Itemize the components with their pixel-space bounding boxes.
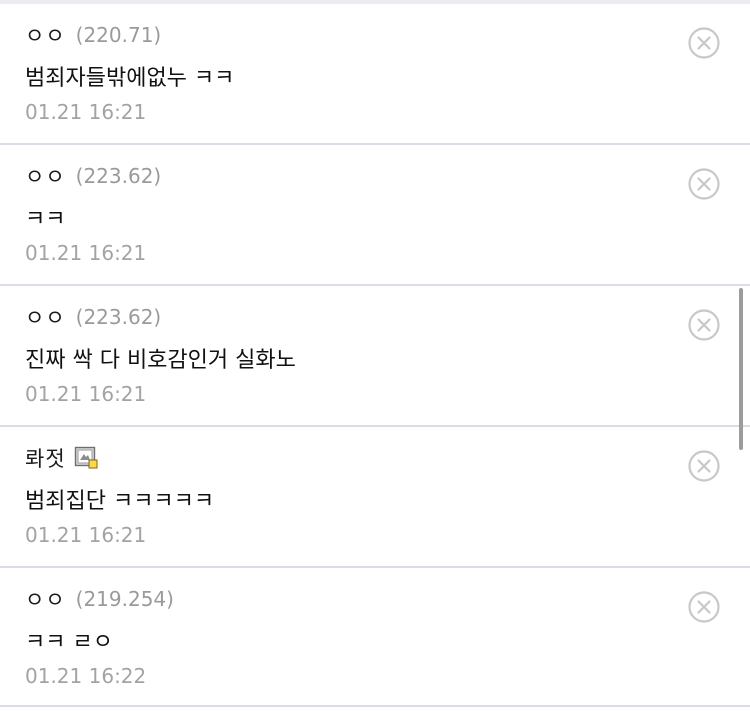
comment-item: ㅇㅇ (219.254) ㅋㅋ ㄹㅇ 01.21 16:22 xyxy=(0,568,750,707)
scrollbar-thumb[interactable] xyxy=(739,288,743,450)
close-circle-icon xyxy=(688,591,720,623)
comment-nickname[interactable]: ㅇㅇ xyxy=(25,584,66,614)
comment-ip: (223.62) xyxy=(75,164,162,188)
close-circle-icon xyxy=(688,450,720,482)
comment-date: 01.21 16:21 xyxy=(25,100,147,124)
comment-item: ㅇㅇ (223.62) 진짜 싹 다 비호감인거 실화노 01.21 16:21 xyxy=(0,286,750,427)
comment-author: ㅇㅇ (223.62) xyxy=(25,161,161,191)
comment-date: 01.21 16:21 xyxy=(25,241,147,265)
comment-text: ㅋㅋ xyxy=(25,207,66,232)
comment-list: ㅇㅇ (220.71) 범죄자들밖에없누 ㅋㅋ 01.21 16:21 ㅇㅇ (… xyxy=(0,4,750,707)
comment-author: ㅇㅇ (223.62) xyxy=(25,302,161,332)
comment-ip: (220.71) xyxy=(75,23,162,47)
delete-comment-button[interactable] xyxy=(687,449,721,483)
close-circle-icon xyxy=(688,168,720,200)
delete-comment-button[interactable] xyxy=(687,590,721,624)
comment-author: 롸젓 xyxy=(25,443,100,473)
close-circle-icon xyxy=(688,27,720,59)
comment-nickname[interactable]: ㅇㅇ xyxy=(25,161,66,191)
comment-nickname[interactable]: ㅇㅇ xyxy=(25,20,66,50)
comment-item: ㅇㅇ (220.71) 범죄자들밖에없누 ㅋㅋ 01.21 16:21 xyxy=(0,4,750,145)
comment-date: 01.21 16:22 xyxy=(25,664,147,688)
comment-ip: (219.254) xyxy=(75,587,174,611)
delete-comment-button[interactable] xyxy=(687,167,721,201)
comment-date: 01.21 16:21 xyxy=(25,382,147,406)
comment-item: ㅇㅇ (223.62) ㅋㅋ 01.21 16:21 xyxy=(0,145,750,286)
comment-text: ㅋㅋ ㄹㅇ xyxy=(25,630,113,655)
comment-text: 범죄집단 ㅋㅋㅋㅋㅋ xyxy=(25,489,215,514)
comment-author: ㅇㅇ (219.254) xyxy=(25,584,174,614)
comment-text: 진짜 싹 다 비호감인거 실화노 xyxy=(25,348,296,373)
comment-screen: ㅇㅇ (220.71) 범죄자들밖에없누 ㅋㅋ 01.21 16:21 ㅇㅇ (… xyxy=(0,0,750,714)
close-circle-icon xyxy=(688,309,720,341)
comment-nickname[interactable]: ㅇㅇ xyxy=(25,302,66,332)
comment-nickname[interactable]: 롸젓 xyxy=(25,443,66,473)
fixed-nick-icon xyxy=(74,445,100,471)
delete-comment-button[interactable] xyxy=(687,26,721,60)
delete-comment-button[interactable] xyxy=(687,308,721,342)
comment-text: 범죄자들밖에없누 ㅋㅋ xyxy=(25,66,235,91)
comment-author: ㅇㅇ (220.71) xyxy=(25,20,161,50)
comment-ip: (223.62) xyxy=(75,305,162,329)
comment-date: 01.21 16:21 xyxy=(25,523,147,547)
comment-item: 롸젓 범죄집단 ㅋㅋㅋㅋㅋ 01.21 16:21 xyxy=(0,427,750,568)
